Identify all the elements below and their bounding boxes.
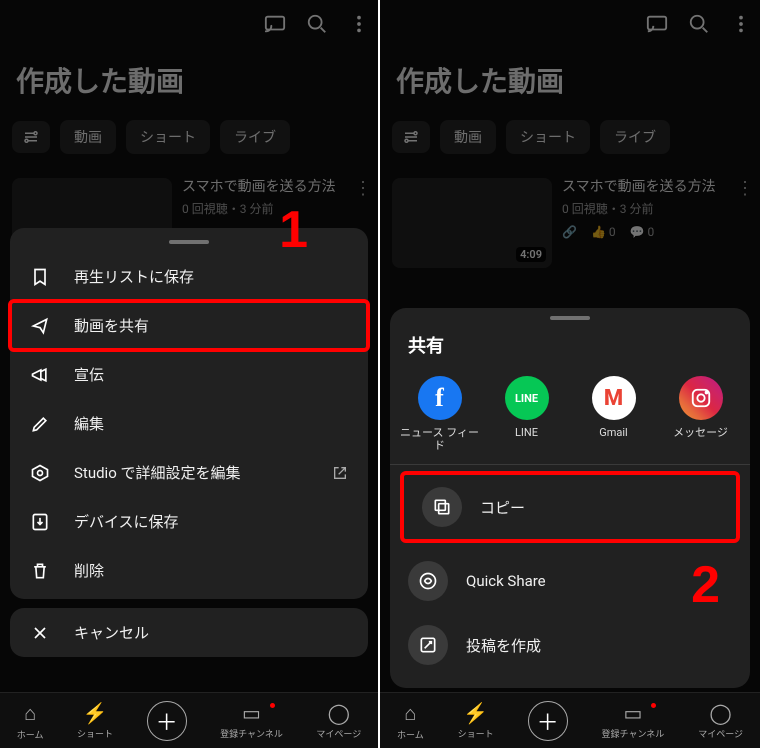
gmail-icon: M [592, 376, 636, 420]
app-label: ニュース フィード [400, 426, 480, 452]
screenshot-step-1: 作成した動画 動画 ショート ライブ スマホで動画を送る方法 0 回視聴・3 分… [0, 0, 380, 748]
share-icon [30, 316, 52, 336]
share-app-instagram[interactable]: メッセージ [661, 376, 741, 452]
cancel-sheet: キャンセル [10, 608, 368, 657]
home-icon: ⌂ [404, 701, 416, 726]
menu-label: 宣伝 [74, 364, 104, 385]
instagram-icon [679, 376, 723, 420]
notification-dot [651, 703, 656, 708]
annotation-1: 1 [279, 200, 308, 260]
action-label: コピー [480, 497, 525, 518]
annotation-2: 2 [691, 555, 720, 615]
plus-icon: ＋ [156, 705, 178, 737]
share-app-row: f ニュース フィード LINE LINE M Gmail メッセージ [390, 370, 750, 465]
download-icon [30, 512, 52, 532]
bottom-nav: ⌂ ホーム ⚡ ショート ＋ ▭ 登録チャンネル ◯ マイページ [380, 692, 760, 748]
nav-create[interactable]: ＋ [528, 701, 568, 741]
menu-studio[interactable]: Studio で詳細設定を編集 [10, 448, 368, 497]
studio-icon [30, 463, 52, 483]
nav-label: 登録チャンネル [220, 727, 283, 740]
shorts-icon: ⚡ [83, 701, 108, 725]
nav-subscriptions[interactable]: ▭ 登録チャンネル [220, 701, 283, 740]
nav-subscriptions[interactable]: ▭ 登録チャンネル [602, 701, 665, 740]
home-icon: ⌂ [24, 701, 36, 726]
subscriptions-icon: ▭ [242, 701, 261, 725]
menu-label: Studio で詳細設定を編集 [74, 462, 240, 483]
copy-icon [422, 487, 462, 527]
close-icon [30, 623, 52, 643]
share-app-line[interactable]: LINE LINE [487, 376, 567, 452]
nav-label: マイページ [698, 727, 743, 740]
nav-label: マイページ [316, 727, 361, 740]
external-link-icon [332, 465, 348, 481]
nav-shorts[interactable]: ⚡ ショート [458, 701, 494, 740]
shorts-icon: ⚡ [463, 701, 488, 725]
share-action-post[interactable]: 投稿を作成 [390, 613, 750, 677]
quickshare-icon [408, 561, 448, 601]
menu-label: キャンセル [74, 622, 149, 643]
account-icon: ◯ [328, 701, 350, 725]
nav-label: ホーム [17, 728, 44, 741]
nav-mypage[interactable]: ◯ マイページ [698, 701, 743, 740]
nav-mypage[interactable]: ◯ マイページ [316, 701, 361, 740]
menu-cancel[interactable]: キャンセル [10, 608, 368, 657]
megaphone-icon [30, 365, 52, 385]
compose-icon [408, 625, 448, 665]
nav-home[interactable]: ⌂ ホーム [17, 701, 44, 741]
app-label: LINE [515, 426, 538, 439]
pencil-icon [30, 414, 52, 434]
menu-label: 編集 [74, 413, 104, 434]
share-app-gmail[interactable]: M Gmail [574, 376, 654, 452]
app-label: メッセージ [673, 426, 728, 439]
plus-icon: ＋ [537, 705, 559, 737]
menu-download[interactable]: デバイスに保存 [10, 497, 368, 546]
menu-save-playlist[interactable]: 再生リストに保存 [10, 252, 368, 301]
menu-label: 削除 [74, 560, 104, 581]
menu-edit[interactable]: 編集 [10, 399, 368, 448]
nav-label: ショート [458, 727, 494, 740]
screenshot-step-2: 作成した動画 動画 ショート ライブ 4:09 スマホで動画を送る方法 0 回視… [380, 0, 760, 748]
menu-promote[interactable]: 宣伝 [10, 350, 368, 399]
menu-share-video[interactable]: 動画を共有 [10, 301, 368, 350]
menu-label: デバイスに保存 [74, 511, 179, 532]
nav-shorts[interactable]: ⚡ ショート [77, 701, 113, 740]
share-app-facebook[interactable]: f ニュース フィード [400, 376, 480, 452]
nav-label: ショート [77, 727, 113, 740]
nav-home[interactable]: ⌂ ホーム [397, 701, 424, 741]
facebook-icon: f [418, 376, 462, 420]
app-label: Gmail [599, 426, 627, 439]
action-sheet: 再生リストに保存 動画を共有 宣伝 編集 Studio で詳細設定を編集 [10, 228, 368, 599]
menu-label: 再生リストに保存 [74, 266, 194, 287]
notification-dot [270, 703, 275, 708]
action-label: 投稿を作成 [466, 635, 541, 656]
nav-label: ホーム [397, 728, 424, 741]
subscriptions-icon: ▭ [623, 701, 642, 725]
menu-delete[interactable]: 削除 [10, 546, 368, 595]
menu-label: 動画を共有 [74, 315, 149, 336]
account-icon: ◯ [709, 701, 731, 725]
share-action-copy[interactable]: コピー [400, 471, 740, 543]
line-icon: LINE [505, 376, 549, 420]
share-sheet-title: 共有 [390, 328, 750, 370]
nav-label: 登録チャンネル [602, 727, 665, 740]
share-sheet: 共有 f ニュース フィード LINE LINE M Gmail メッセージ [390, 308, 750, 688]
bottom-nav: ⌂ ホーム ⚡ ショート ＋ ▭ 登録チャンネル ◯ マイページ [0, 692, 378, 748]
action-label: Quick Share [466, 572, 546, 590]
sheet-handle[interactable] [550, 316, 590, 320]
bookmark-icon [30, 267, 52, 287]
trash-icon [30, 561, 52, 581]
sheet-handle[interactable] [169, 240, 209, 244]
nav-create[interactable]: ＋ [147, 701, 187, 741]
